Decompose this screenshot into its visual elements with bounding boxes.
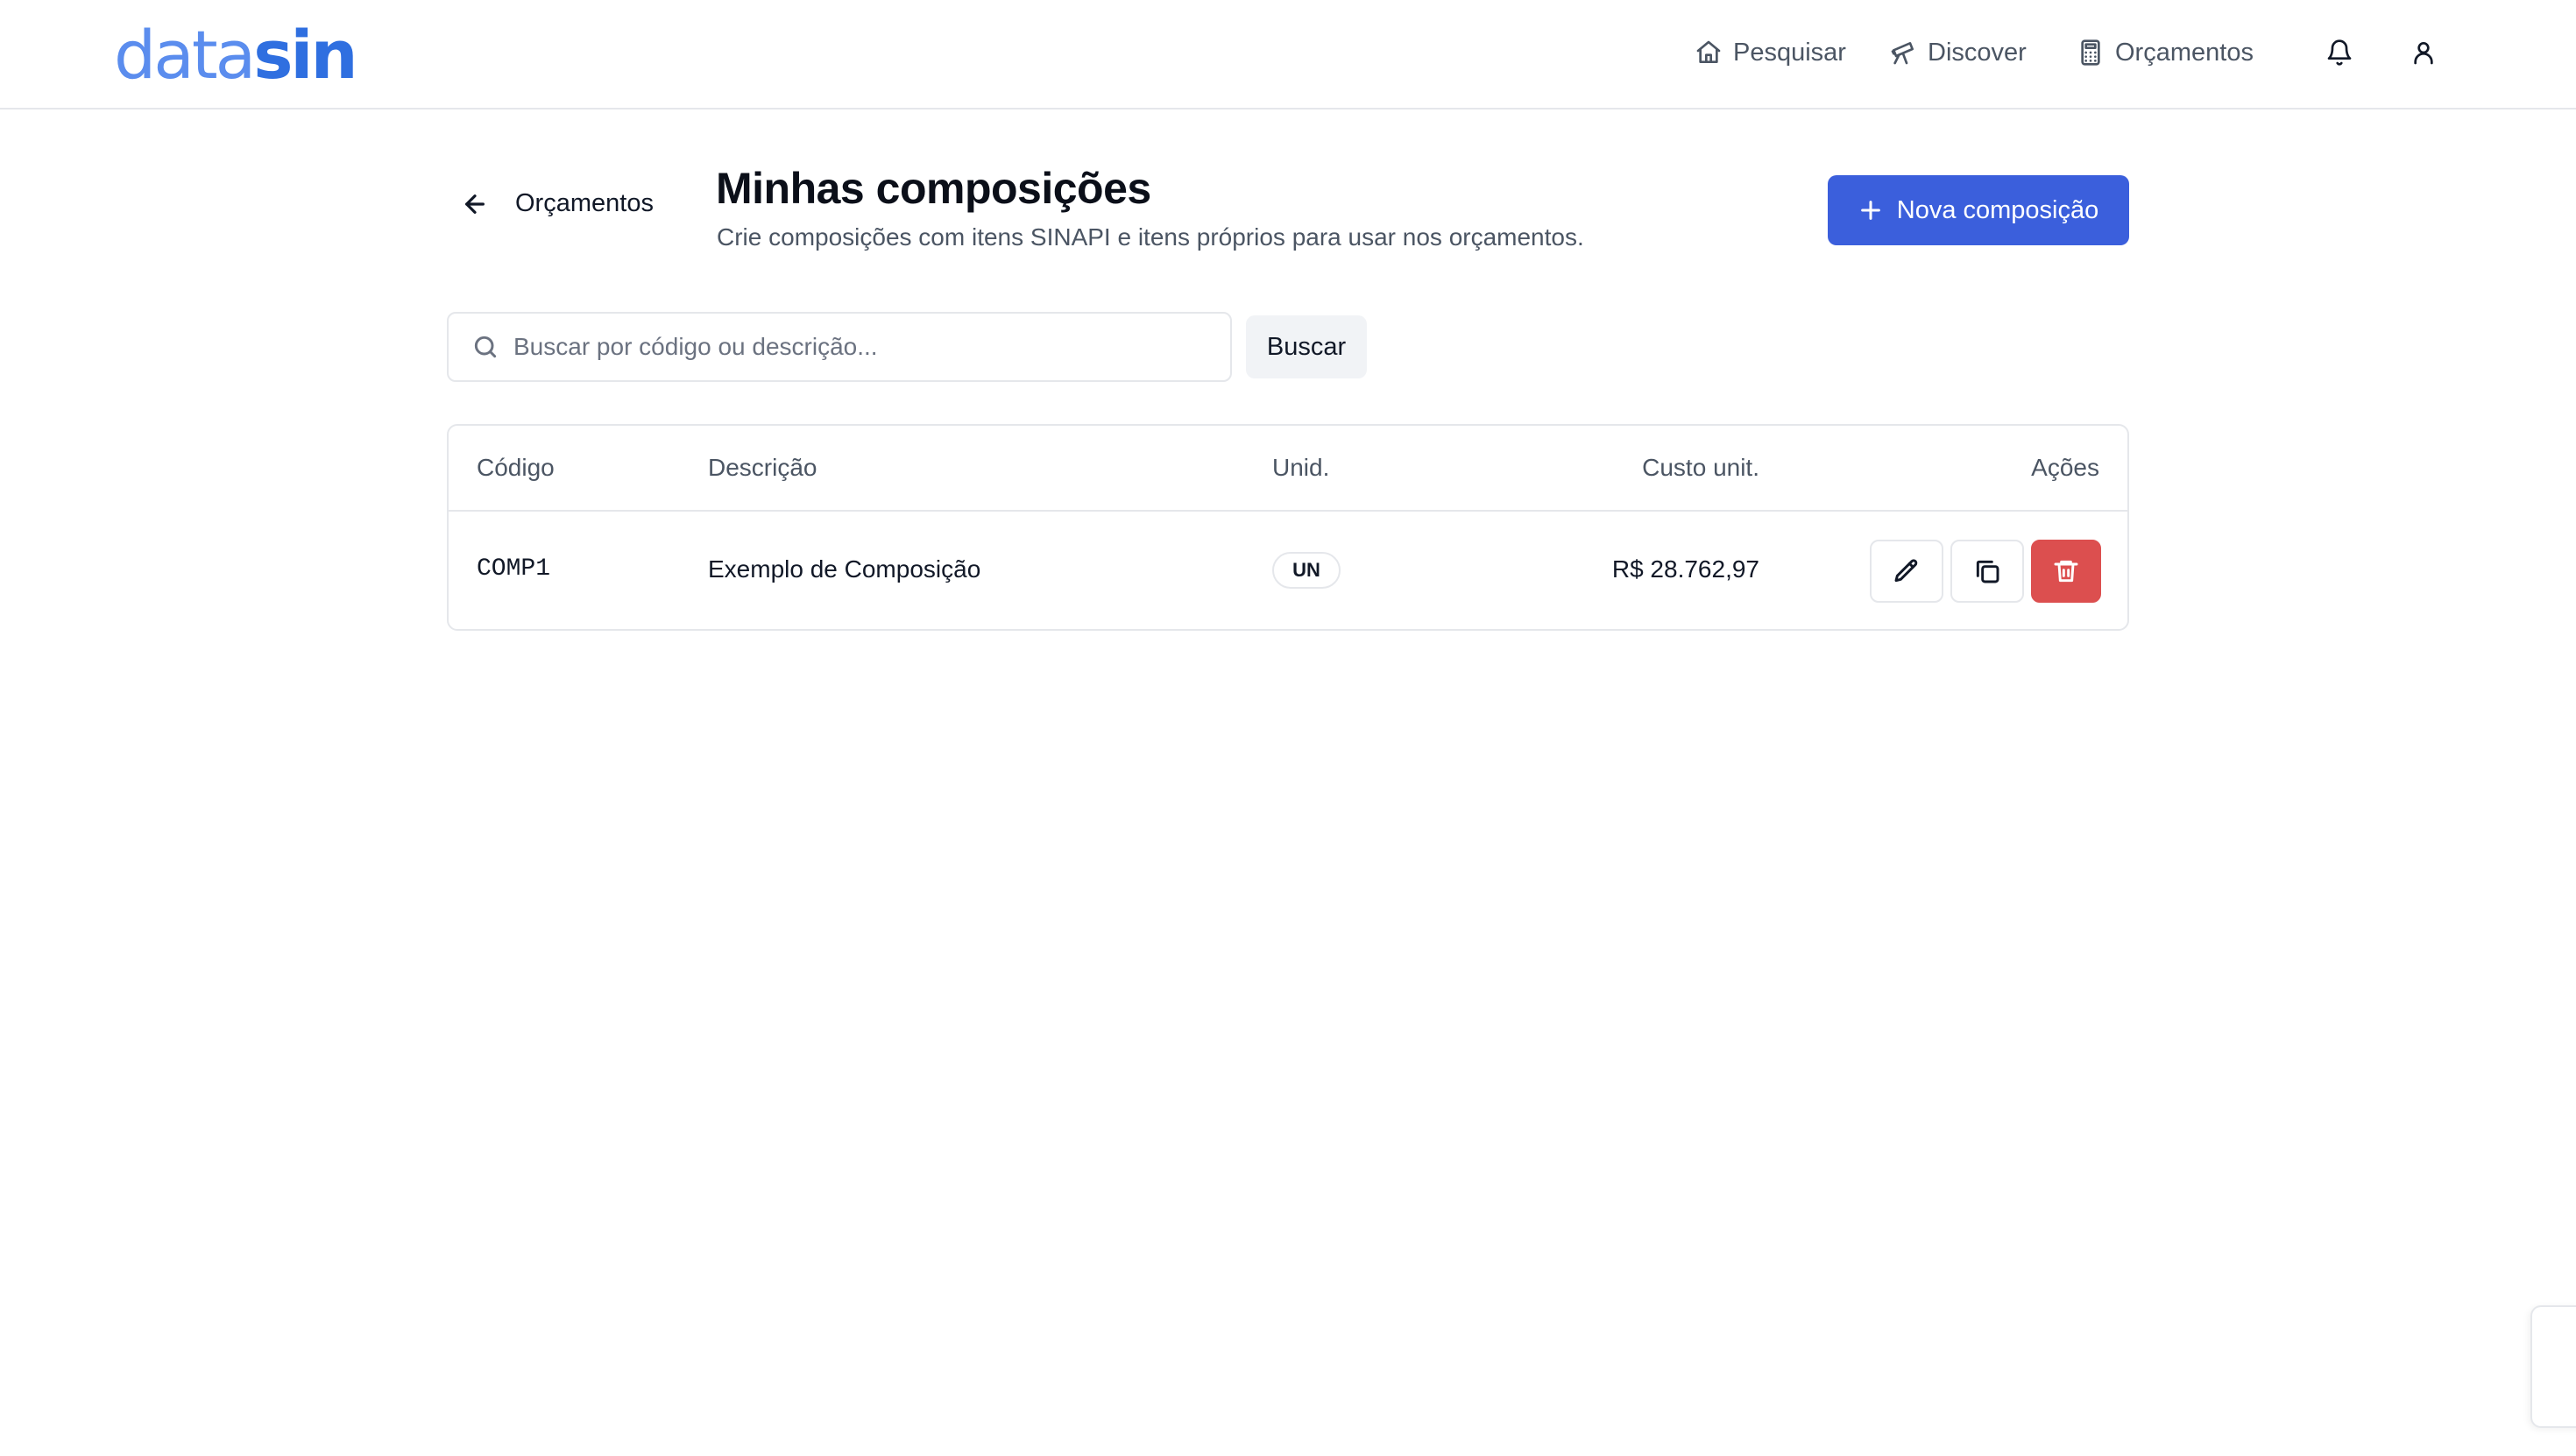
delete-button[interactable] [2031,540,2101,603]
back-label: Orçamentos [515,189,654,217]
new-composition-label: Nova composição [1896,195,2099,224]
row-description: Exemplo de Composição [708,555,981,583]
column-header-codigo: Código [477,454,555,481]
floating-side-widget[interactable] [2530,1305,2576,1428]
notifications-button[interactable] [2318,32,2360,74]
telescope-icon [1891,42,1914,65]
nav-pesquisar[interactable]: Pesquisar [1695,32,1846,74]
home-icon [1696,40,1721,63]
user-icon [2414,42,2433,65]
nav-label: Orçamentos [2115,38,2254,67]
plus-icon [1860,201,1880,220]
column-header-acoes: Ações [2031,454,2099,481]
pencil-icon [1894,559,1918,583]
page-subtitle: Crie composições com itens SINAPI e iten… [717,223,1584,251]
new-composition-button[interactable]: Nova composição [1828,175,2129,245]
column-header-custo-unit: Custo unit. [1642,454,1759,481]
column-header-descricao: Descrição [708,454,817,481]
nav-orcamentos[interactable]: Orçamentos [2077,32,2254,74]
page-title: Minhas composições [716,164,1151,213]
table-header: Código Descrição Unid. Custo unit. Ações [449,426,2127,512]
column-header-unidade: Unid. [1272,454,1330,481]
calculator-icon [2081,39,2100,66]
search-icon [474,336,497,358]
account-button[interactable] [2403,32,2445,74]
row-unit-cost: R$ 28.762,97 [1611,555,1759,583]
top-navbar: datasin Pesquisar Discover Orçamentos [0,0,2576,110]
nav-label: Discover [1928,38,2027,67]
back-to-orcamentos-link[interactable]: Orçamentos [461,189,654,218]
search-input[interactable] [513,333,1214,361]
nav-label: Pesquisar [1733,38,1846,67]
bell-icon [2327,39,2352,66]
logo-text-light: data [114,16,256,94]
duplicate-button[interactable] [1950,540,2024,603]
search-button[interactable]: Buscar [1246,315,1367,378]
nav-discover[interactable]: Discover [1889,32,2027,74]
unit-badge: UN [1272,552,1341,589]
trash-icon [2054,560,2078,583]
compositions-table: Código Descrição Unid. Custo unit. Ações… [447,424,2129,631]
arrow-left-icon [465,194,485,214]
search-field[interactable] [447,312,1232,382]
row-code: COMP1 [477,555,551,583]
copy-icon [1976,560,1999,583]
logo-text-bold: sin [253,16,357,94]
datasin-logo[interactable]: datasin [114,16,358,95]
edit-button[interactable] [1870,540,1943,603]
